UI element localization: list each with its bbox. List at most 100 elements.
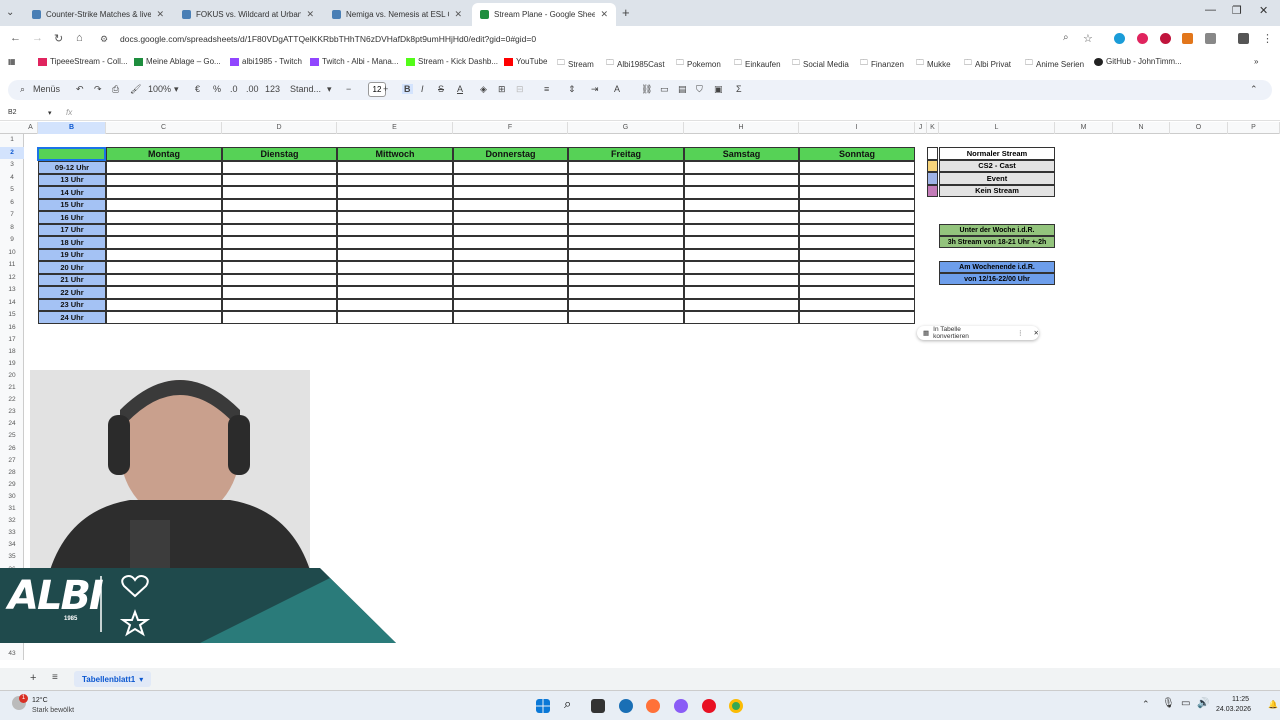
number-format-button[interactable]: 123 — [265, 84, 280, 94]
schedule-cell[interactable] — [799, 298, 915, 311]
legend-label[interactable]: CS2 - Cast — [939, 159, 1055, 172]
schedule-corner-cell[interactable] — [38, 147, 106, 161]
column-header[interactable]: O — [1170, 122, 1228, 134]
schedule-cell[interactable] — [568, 311, 684, 324]
schedule-cell[interactable] — [222, 186, 337, 199]
schedule-cell[interactable] — [106, 248, 222, 261]
decrease-decimal-button[interactable]: .0 — [230, 84, 238, 94]
schedule-cell[interactable] — [568, 236, 684, 249]
name-box[interactable]: B2 — [8, 109, 17, 116]
schedule-cell[interactable] — [337, 273, 453, 286]
schedule-cell[interactable] — [799, 248, 915, 261]
schedule-cell[interactable] — [568, 211, 684, 224]
more-bookmarks-icon[interactable]: » — [1254, 57, 1258, 66]
row-header[interactable]: 29 — [0, 479, 24, 491]
schedule-cell[interactable] — [684, 298, 799, 311]
filter-views-icon[interactable]: ▣ — [714, 84, 723, 95]
back-icon[interactable]: ← — [10, 32, 21, 44]
row-header[interactable]: 22 — [0, 394, 24, 406]
row-header[interactable]: 26 — [0, 443, 24, 455]
search-icon[interactable]: ⌕ — [564, 696, 578, 711]
clock-time[interactable]: 11:25 — [1232, 696, 1249, 703]
schedule-cell[interactable] — [453, 311, 568, 324]
bookmark-folder[interactable]: 🗀 Finanzen — [860, 57, 904, 71]
column-header[interactable]: A — [24, 122, 38, 134]
text-wrap-icon[interactable]: ⇥ — [591, 84, 599, 95]
schedule-cell[interactable] — [222, 211, 337, 224]
time-slot-label[interactable]: 15 Uhr — [38, 198, 106, 211]
row-header[interactable]: 35 — [0, 551, 24, 563]
day-header[interactable]: Freitag — [568, 147, 684, 161]
day-header[interactable]: Sonntag — [799, 147, 915, 161]
schedule-cell[interactable] — [799, 173, 915, 186]
day-header[interactable]: Montag — [106, 147, 222, 161]
column-header[interactable]: L — [939, 122, 1055, 134]
extension-icon[interactable] — [1137, 33, 1148, 44]
minimize-button[interactable]: — — [1205, 4, 1216, 16]
column-header[interactable]: F — [453, 122, 568, 134]
schedule-cell[interactable] — [222, 248, 337, 261]
schedule-cell[interactable] — [222, 198, 337, 211]
schedule-cell[interactable] — [106, 198, 222, 211]
row-header[interactable]: 18 — [0, 346, 24, 358]
forward-icon[interactable]: → — [32, 32, 43, 44]
schedule-cell[interactable] — [684, 273, 799, 286]
text-rotation-icon[interactable]: A — [614, 84, 620, 94]
convert-to-table-label[interactable]: In Tabelle konvertieren — [933, 326, 997, 340]
bookmark-item[interactable]: TipeeeStream - Coll... — [38, 57, 128, 66]
schedule-cell[interactable] — [222, 261, 337, 274]
legend-label[interactable]: Kein Stream — [939, 184, 1055, 197]
row-header[interactable]: 8 — [0, 222, 24, 235]
column-header[interactable]: C — [106, 122, 222, 134]
row-header[interactable]: 25 — [0, 430, 24, 442]
schedule-cell[interactable] — [453, 211, 568, 224]
column-header[interactable]: I — [799, 122, 915, 134]
time-slot-label[interactable]: 16 Uhr — [38, 211, 106, 224]
schedule-cell[interactable] — [568, 298, 684, 311]
schedule-cell[interactable] — [337, 298, 453, 311]
row-header[interactable]: 24 — [0, 418, 24, 430]
row-header[interactable]: 31 — [0, 503, 24, 515]
schedule-cell[interactable] — [799, 223, 915, 236]
legend-label[interactable]: Event — [939, 172, 1055, 185]
schedule-cell[interactable] — [106, 286, 222, 299]
schedule-cell[interactable] — [222, 286, 337, 299]
row-header[interactable]: 17 — [0, 334, 24, 346]
schedule-cell[interactable] — [568, 286, 684, 299]
bookmark-folder[interactable]: 🗀 Albi Privat — [964, 57, 1011, 71]
legend-label[interactable]: Normaler Stream — [939, 147, 1055, 160]
text-color-icon[interactable]: A — [457, 84, 463, 94]
firefox-icon[interactable] — [646, 699, 660, 713]
row-header[interactable]: 33 — [0, 527, 24, 539]
schedule-cell[interactable] — [684, 236, 799, 249]
schedule-cell[interactable] — [568, 186, 684, 199]
zoom-select[interactable]: 100% — [148, 84, 171, 94]
row-header[interactable]: 15 — [0, 309, 24, 322]
schedule-cell[interactable] — [799, 261, 915, 274]
chevron-up-icon[interactable]: ⌃ — [1142, 699, 1150, 710]
schedule-cell[interactable] — [106, 223, 222, 236]
schedule-cell[interactable] — [337, 198, 453, 211]
row-header[interactable]: 27 — [0, 455, 24, 467]
schedule-cell[interactable] — [222, 273, 337, 286]
schedule-cell[interactable] — [222, 173, 337, 186]
functions-button[interactable]: Σ — [736, 84, 742, 94]
bookmark-item[interactable]: albi1985 - Twitch — [230, 57, 302, 66]
legend-swatch[interactable] — [927, 172, 938, 185]
task-view-icon[interactable] — [591, 699, 605, 713]
schedule-cell[interactable] — [684, 198, 799, 211]
bookmark-folder[interactable]: 🗀 Social Media — [792, 57, 849, 71]
discord-icon[interactable] — [674, 699, 688, 713]
column-header[interactable]: B — [38, 122, 106, 134]
time-slot-label[interactable]: 14 Uhr — [38, 186, 106, 199]
schedule-cell[interactable] — [799, 198, 915, 211]
schedule-cell[interactable] — [684, 223, 799, 236]
schedule-cell[interactable] — [453, 273, 568, 286]
schedule-cell[interactable] — [684, 248, 799, 261]
time-slot-label[interactable]: 13 Uhr — [38, 173, 106, 186]
bookmark-item[interactable]: Twitch - Albi - Mana... — [310, 57, 398, 66]
schedule-cell[interactable] — [222, 161, 337, 174]
schedule-cell[interactable] — [684, 286, 799, 299]
schedule-cell[interactable] — [106, 273, 222, 286]
paint-format-icon[interactable]: 🖌 — [130, 84, 141, 95]
